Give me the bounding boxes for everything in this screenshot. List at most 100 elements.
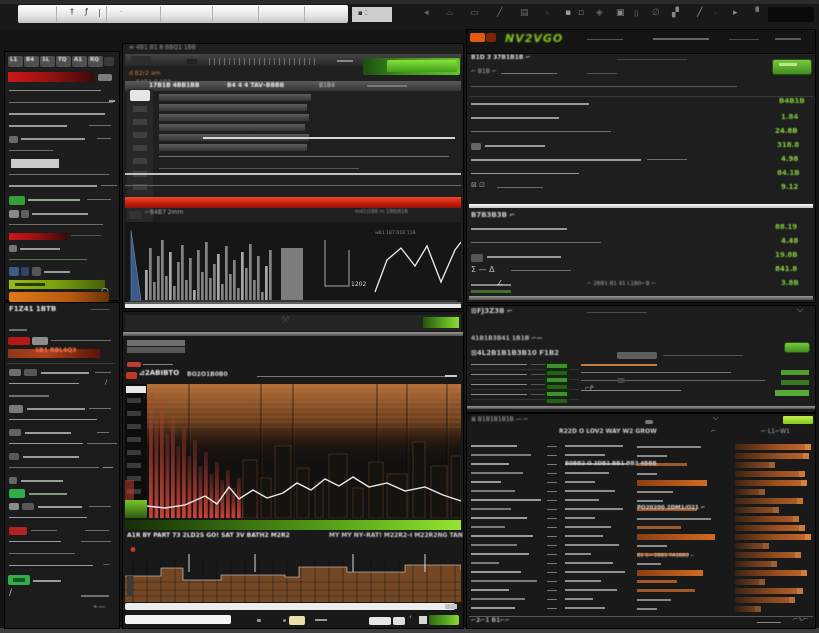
cell-tick	[547, 482, 557, 483]
text: ⌵	[713, 415, 718, 422]
orange-badge	[486, 33, 496, 42]
list-row[interactable]	[159, 144, 307, 151]
scrollbar[interactable]	[125, 603, 455, 610]
text: ⌐	[711, 429, 716, 435]
menubar-icon[interactable]: †	[70, 8, 74, 16]
list-row[interactable]	[159, 104, 307, 111]
heat-row[interactable]	[467, 523, 813, 532]
menubar-icon[interactable]: ▣	[616, 9, 625, 18]
heat-bar	[735, 489, 765, 495]
red-badge	[127, 362, 141, 367]
text: ⌐∿⌐	[793, 617, 808, 623]
cell-label	[471, 445, 517, 447]
block	[9, 329, 27, 331]
heat-row[interactable]	[467, 442, 813, 451]
block	[133, 158, 147, 164]
menubar-icon[interactable]: ▞	[672, 9, 679, 18]
menubar-toolbar[interactable]	[18, 5, 348, 23]
heat-row[interactable]	[467, 478, 813, 487]
heat-row[interactable]	[467, 604, 813, 613]
pill-button[interactable]	[130, 90, 150, 101]
green-chip	[781, 380, 809, 385]
text: TQ	[58, 58, 66, 64]
block	[9, 419, 97, 420]
cell-label	[471, 472, 523, 474]
heat-bar-edge	[801, 480, 807, 486]
cell-label	[471, 463, 509, 465]
menubar-icon[interactable]: ⌓	[446, 9, 453, 18]
heat-row[interactable]	[467, 487, 813, 496]
svg-text:1202: 1202	[351, 281, 366, 288]
menubar-icon[interactable]: ▸	[733, 9, 738, 18]
mid-bottom-panel: ⚒⊿2ABIBTOBO2O1B0B0A1R BY PART 73 2LD2S G…	[123, 312, 463, 628]
block	[471, 254, 483, 262]
list-row[interactable]	[159, 114, 309, 121]
menubar-icon[interactable]: |	[98, 9, 101, 17]
blue-chip	[21, 267, 29, 276]
red-row	[9, 233, 67, 240]
menubar-icon[interactable]: ▪	[565, 9, 571, 18]
tools-icon[interactable]: ⚒	[281, 316, 290, 326]
heat-bar	[735, 480, 807, 486]
menubar-icon[interactable]: ◂	[424, 9, 429, 18]
heat-bar	[735, 471, 805, 477]
block	[471, 117, 559, 119]
text: 41B1B3B41 1B1B ⌐—	[471, 336, 542, 342]
status-badge	[369, 617, 391, 625]
block	[779, 63, 797, 66]
heat-row[interactable]	[467, 559, 813, 568]
tab[interactable]	[104, 57, 114, 66]
list-row[interactable]	[159, 94, 311, 101]
heat-row[interactable]	[467, 496, 813, 505]
cell-value	[637, 526, 681, 529]
apply-button[interactable]	[785, 343, 809, 352]
block	[9, 383, 79, 384]
heat-row[interactable]	[467, 541, 813, 550]
heat-row[interactable]	[467, 514, 813, 523]
green-chip	[781, 370, 809, 375]
menubar-icon[interactable]: ·	[714, 10, 717, 18]
left-top-panel: L1B41LTQA1RQ◠	[5, 52, 119, 300]
menubar-search[interactable]	[768, 7, 814, 22]
menubar-icon[interactable]: ▤	[520, 9, 529, 18]
menubar-icon[interactable]: ▝	[752, 9, 759, 18]
status-badge	[289, 616, 305, 625]
block	[125, 185, 461, 186]
menubar-icon[interactable]: ◈	[596, 9, 603, 18]
heat-bar	[735, 579, 765, 585]
cell-label	[565, 535, 603, 537]
menubar-icon[interactable]: ▫	[578, 9, 584, 18]
list-row[interactable]	[159, 124, 305, 131]
heat-row[interactable]	[467, 568, 813, 577]
menubar-icon[interactable]: ⌷	[634, 10, 639, 18]
toolbar-button[interactable]	[131, 56, 151, 65]
heat-row[interactable]	[467, 451, 813, 460]
scroll-track[interactable]	[125, 304, 461, 308]
status-pill[interactable]	[125, 615, 231, 624]
heat-row[interactable]	[467, 469, 813, 478]
menubar-icon[interactable]: ╱	[697, 9, 702, 18]
selected-row[interactable]	[11, 159, 59, 168]
block	[581, 380, 765, 381]
cell-value	[637, 480, 707, 486]
heat-row[interactable]	[467, 532, 813, 541]
menubar-icon[interactable]: ∅	[652, 9, 660, 18]
panel-title: B1D 3 37B1B1B ⌐	[471, 55, 531, 61]
menubar-icon[interactable]: ▭	[470, 9, 479, 18]
block	[547, 399, 567, 403]
cell-label	[471, 481, 501, 483]
menubar-icon[interactable]: ◦	[545, 10, 550, 18]
block	[133, 132, 147, 138]
menubar-icon[interactable]: ╱	[497, 9, 502, 18]
cell-label	[471, 571, 521, 573]
toolbar	[125, 315, 461, 331]
block	[85, 530, 109, 531]
orange-note: d B2r2 am	[129, 71, 160, 77]
menubar-icon[interactable]: ·	[120, 9, 122, 16]
heat-row[interactable]	[467, 586, 813, 595]
heat-bar-edge	[769, 462, 775, 468]
block	[32, 337, 48, 345]
heat-row[interactable]	[467, 577, 813, 586]
menubar-icon[interactable]: ƒ	[85, 8, 88, 16]
heat-row[interactable]	[467, 595, 813, 604]
